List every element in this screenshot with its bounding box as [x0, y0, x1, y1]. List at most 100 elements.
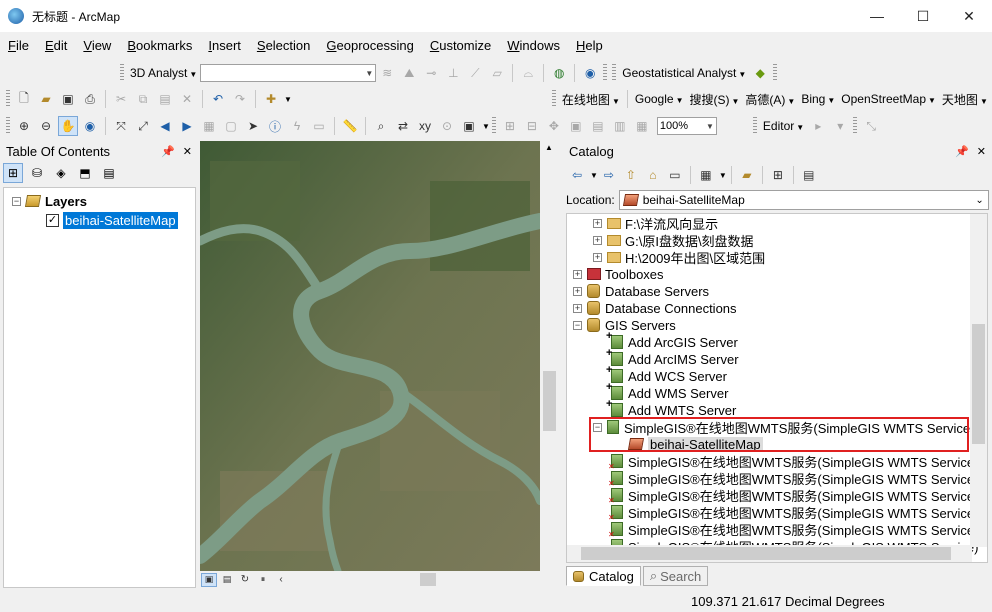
catalog-item-database-connections[interactable]: + Database Connections	[573, 299, 737, 317]
expand-icon[interactable]: +	[573, 286, 582, 296]
new-folder-icon[interactable]: ▰	[737, 165, 757, 185]
sogou-menu[interactable]: 搜搜(S) ▼	[689, 91, 739, 108]
map-hscroll-thumb[interactable]	[420, 573, 436, 586]
arcscene-icon[interactable]: ◍	[549, 63, 569, 83]
expand-icon[interactable]: +	[593, 218, 602, 228]
clear-selection-icon[interactable]: ▢	[221, 116, 241, 136]
refresh-icon[interactable]: ↻	[237, 573, 253, 587]
undo-icon[interactable]: ↶	[208, 89, 228, 109]
fixed-zoom-in-icon[interactable]: ⤧	[111, 116, 131, 136]
menu-view[interactable]: View	[83, 38, 111, 53]
collapse-icon[interactable]: −	[12, 196, 21, 206]
line-of-sight-icon[interactable]: ⊸	[421, 63, 441, 83]
layout-back-icon[interactable]: ▥	[610, 116, 630, 136]
zoom-out-icon[interactable]: ⊖	[36, 116, 56, 136]
delete-icon[interactable]: ✕	[177, 89, 197, 109]
find-route-icon[interactable]: ⇄	[393, 116, 413, 136]
map-vscroll-thumb[interactable]	[543, 371, 556, 431]
catalog-item-add-arcims[interactable]: Add ArcIMS Server	[606, 347, 739, 368]
catalog-auto-hide-icon[interactable]: 📌	[955, 145, 969, 158]
catalog-item-add-wms[interactable]: Add WMS Server	[606, 381, 728, 402]
location-combo[interactable]: beihai-SatelliteMap ⌄	[618, 190, 989, 210]
catalog-item-gis-servers[interactable]: − GIS Servers	[573, 316, 676, 334]
catalog-close-icon[interactable]: ✕	[977, 145, 986, 158]
menu-insert[interactable]: Insert	[208, 38, 241, 53]
zoom-in-icon[interactable]: ⊕	[14, 116, 34, 136]
paste-icon[interactable]: ▤	[155, 89, 175, 109]
expand-icon[interactable]: +	[593, 235, 602, 245]
time-slider-icon[interactable]: ⊙	[437, 116, 457, 136]
toolbar-grip[interactable]	[6, 90, 10, 108]
forward-icon[interactable]: ⇨	[599, 165, 619, 185]
contour-icon[interactable]: ≋	[377, 63, 397, 83]
gaode-menu[interactable]: 高德(A) ▼	[745, 91, 795, 108]
views-dropdown-icon[interactable]: ▼	[719, 171, 727, 180]
layer-visibility-checkbox[interactable]: ✓	[46, 213, 59, 227]
print-icon[interactable]: ⎙	[80, 89, 100, 109]
toc-layer-item[interactable]: ✓ beihai-SatelliteMap	[46, 211, 178, 229]
catalog-item-f-drive[interactable]: + F:\洋流风向显示	[593, 214, 718, 232]
osm-menu[interactable]: OpenStreetMap ▼	[841, 92, 936, 106]
views-icon[interactable]: ▦	[696, 165, 716, 185]
back-icon[interactable]: ⇦	[567, 165, 587, 185]
steepest-path-icon[interactable]: ⛰	[399, 63, 419, 83]
redo-icon[interactable]: ↷	[230, 89, 250, 109]
expand-icon[interactable]: +	[573, 303, 582, 313]
zoom-whole-page-icon[interactable]: ▣	[566, 116, 586, 136]
layout-forward-icon[interactable]: ▦	[632, 116, 652, 136]
new-document-icon[interactable]: 🗋	[14, 89, 34, 109]
copy-icon[interactable]: ⧉	[133, 89, 153, 109]
expand-icon[interactable]: +	[593, 252, 602, 262]
back-dropdown-icon[interactable]: ▼	[590, 171, 598, 180]
tree-view-icon[interactable]: ⊞	[768, 165, 788, 185]
catalog-vertical-scrollbar[interactable]	[970, 214, 987, 547]
close-button[interactable]: ✕	[946, 0, 992, 32]
menu-windows[interactable]: Windows	[507, 38, 560, 53]
tianditu-menu[interactable]: 天地图 ▼	[942, 91, 988, 108]
forward-extent-icon[interactable]: ▶	[177, 116, 197, 136]
minimize-button[interactable]: —	[854, 0, 900, 32]
editor-menu[interactable]: Editor ▼	[763, 119, 804, 133]
pause-drawing-icon[interactable]: ⏸	[255, 573, 271, 587]
data-view-icon[interactable]: ▣	[201, 572, 217, 587]
toolbar-grip[interactable]	[491, 117, 496, 135]
toolbar-grip[interactable]	[853, 117, 858, 135]
tab-catalog[interactable]: Catalog	[566, 566, 641, 586]
menu-help[interactable]: Help	[576, 38, 603, 53]
layout-view-icon[interactable]: ▤	[219, 573, 235, 587]
toolbar-grip[interactable]	[6, 117, 10, 135]
toolbar-grip[interactable]	[773, 64, 778, 82]
catalog-item-simplegis-service[interactable]: SimpleGIS®在线地图WMTS服务(SimpleGIS WMTS Serv…	[608, 452, 979, 471]
menu-geoprocessing[interactable]: Geoprocessing	[326, 38, 413, 53]
layout-zoom-in-icon[interactable]: ⊞	[500, 116, 520, 136]
find-icon[interactable]: ⌕	[371, 116, 391, 136]
zoom-percent-combo[interactable]: 100% ▼	[656, 117, 717, 135]
catalog-item-simplegis-service[interactable]: SimpleGIS®在线地图WMTS服务(SimpleGIS WMTS Serv…	[608, 469, 979, 488]
menu-selection[interactable]: Selection	[257, 38, 310, 53]
scroll-up-icon[interactable]: ▲	[545, 143, 553, 152]
edit-tool-icon[interactable]: ▸	[808, 116, 828, 136]
add-data-icon[interactable]: ✚	[261, 89, 281, 109]
html-popup-icon[interactable]: ▭	[309, 116, 329, 136]
geostatistical-analyst-menu[interactable]: Geostatistical Analyst ▼	[622, 66, 746, 80]
pan-icon[interactable]: ✋	[58, 116, 78, 136]
catalog-item-simplegis-service[interactable]: SimpleGIS®在线地图WMTS服务(SimpleGIS WMTS Serv…	[608, 520, 979, 539]
identify-icon[interactable]: ⓘ	[265, 116, 285, 136]
layer-combo[interactable]: ▼	[200, 64, 377, 82]
fixed-zoom-out-icon[interactable]: ⤢	[133, 116, 153, 136]
expand-icon[interactable]: +	[573, 269, 582, 279]
back-extent-icon[interactable]: ◀	[155, 116, 175, 136]
profile-graph-icon[interactable]: ⌓	[518, 63, 538, 83]
layer-label[interactable]: beihai-SatelliteMap	[63, 211, 178, 229]
open-folder-icon[interactable]: ▰	[36, 89, 56, 109]
layout-pan-icon[interactable]: ✥	[544, 116, 564, 136]
list-by-drawing-order-icon[interactable]: ⊞	[3, 163, 23, 183]
edit-dropdown-icon[interactable]: ▾	[830, 116, 850, 136]
connect-folder-icon[interactable]: ▭	[665, 165, 685, 185]
scroll-left-icon[interactable]: ‹	[273, 573, 289, 587]
geostatistical-wizard-icon[interactable]: ◆	[750, 63, 770, 83]
list-by-visibility-icon[interactable]: ◈	[51, 163, 71, 183]
catalog-item-toolboxes[interactable]: + Toolboxes	[573, 265, 664, 283]
reshape-icon[interactable]: ⤡	[861, 116, 881, 136]
location-dropdown-icon[interactable]: ⌄	[975, 195, 983, 206]
